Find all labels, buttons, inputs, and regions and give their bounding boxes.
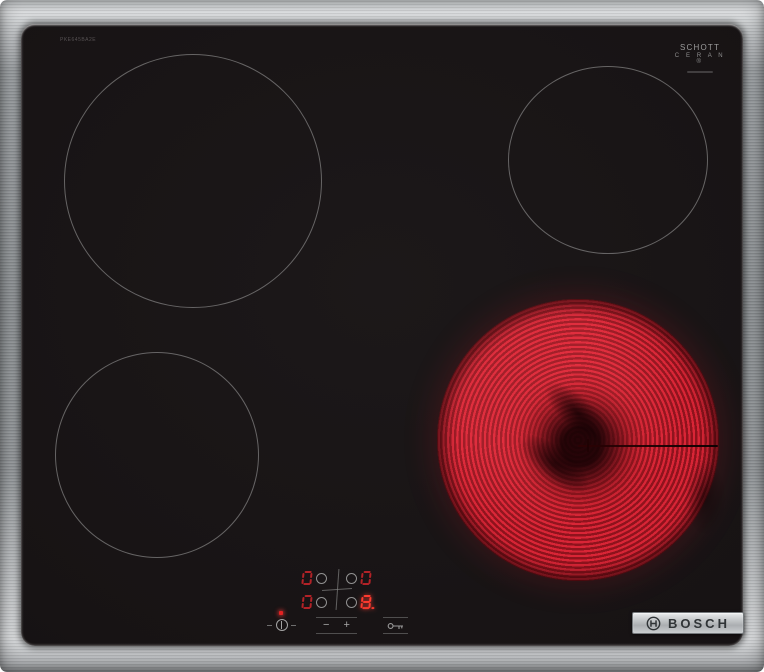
zone-select-front-right[interactable] <box>346 594 371 610</box>
childlock-button[interactable] <box>383 617 408 634</box>
cooktop-frame: PKE645BA2E SCHOTT C E R A N ® <box>0 0 764 672</box>
minus-button[interactable]: − <box>316 618 337 633</box>
key-childlock-icon <box>387 621 405 631</box>
power-standby-icon-line <box>281 621 282 629</box>
ceran-text: C E R A N ® <box>670 53 730 65</box>
bosch-wordmark: BOSCH <box>668 616 730 631</box>
zone-back-left <box>64 54 322 308</box>
power-display-front-left <box>301 595 312 609</box>
temperature-limiter-bar <box>578 445 718 447</box>
schott-ceran-label: SCHOTT C E R A N ® <box>670 43 730 73</box>
power-led-indicator <box>279 611 283 615</box>
power-level-stepper: − + <box>316 617 357 634</box>
model-number: PKE645BA2E <box>60 37 96 43</box>
element-shade <box>679 449 731 545</box>
zone-front-left <box>55 352 259 558</box>
power-display-back-left <box>301 571 312 585</box>
zone-marker-icon <box>316 573 327 584</box>
schott-text: SCHOTT <box>670 43 730 52</box>
zone-select-back-left[interactable] <box>302 570 327 586</box>
power-button[interactable] <box>267 617 297 634</box>
zone-front-right-heating-element <box>437 299 719 581</box>
zone-select-back-right[interactable] <box>346 570 371 586</box>
glass-surface: PKE645BA2E SCHOTT C E R A N ® <box>21 24 743 646</box>
zone-back-right <box>508 66 708 254</box>
bosch-badge: BOSCH <box>632 612 744 634</box>
power-display-front-right <box>360 595 371 609</box>
zone-marker-icon <box>346 573 357 584</box>
fine-print <box>687 71 713 73</box>
plus-button[interactable]: + <box>337 618 358 633</box>
zone-marker-icon <box>316 597 327 608</box>
zone-select-front-left[interactable] <box>302 594 327 610</box>
power-display-back-right <box>360 571 371 585</box>
temperature-limiter-tip <box>587 439 589 452</box>
zone-marker-icon <box>346 597 357 608</box>
power-tick-left <box>267 625 272 626</box>
power-tick-right <box>291 625 296 626</box>
bosch-logo-icon <box>646 616 661 631</box>
